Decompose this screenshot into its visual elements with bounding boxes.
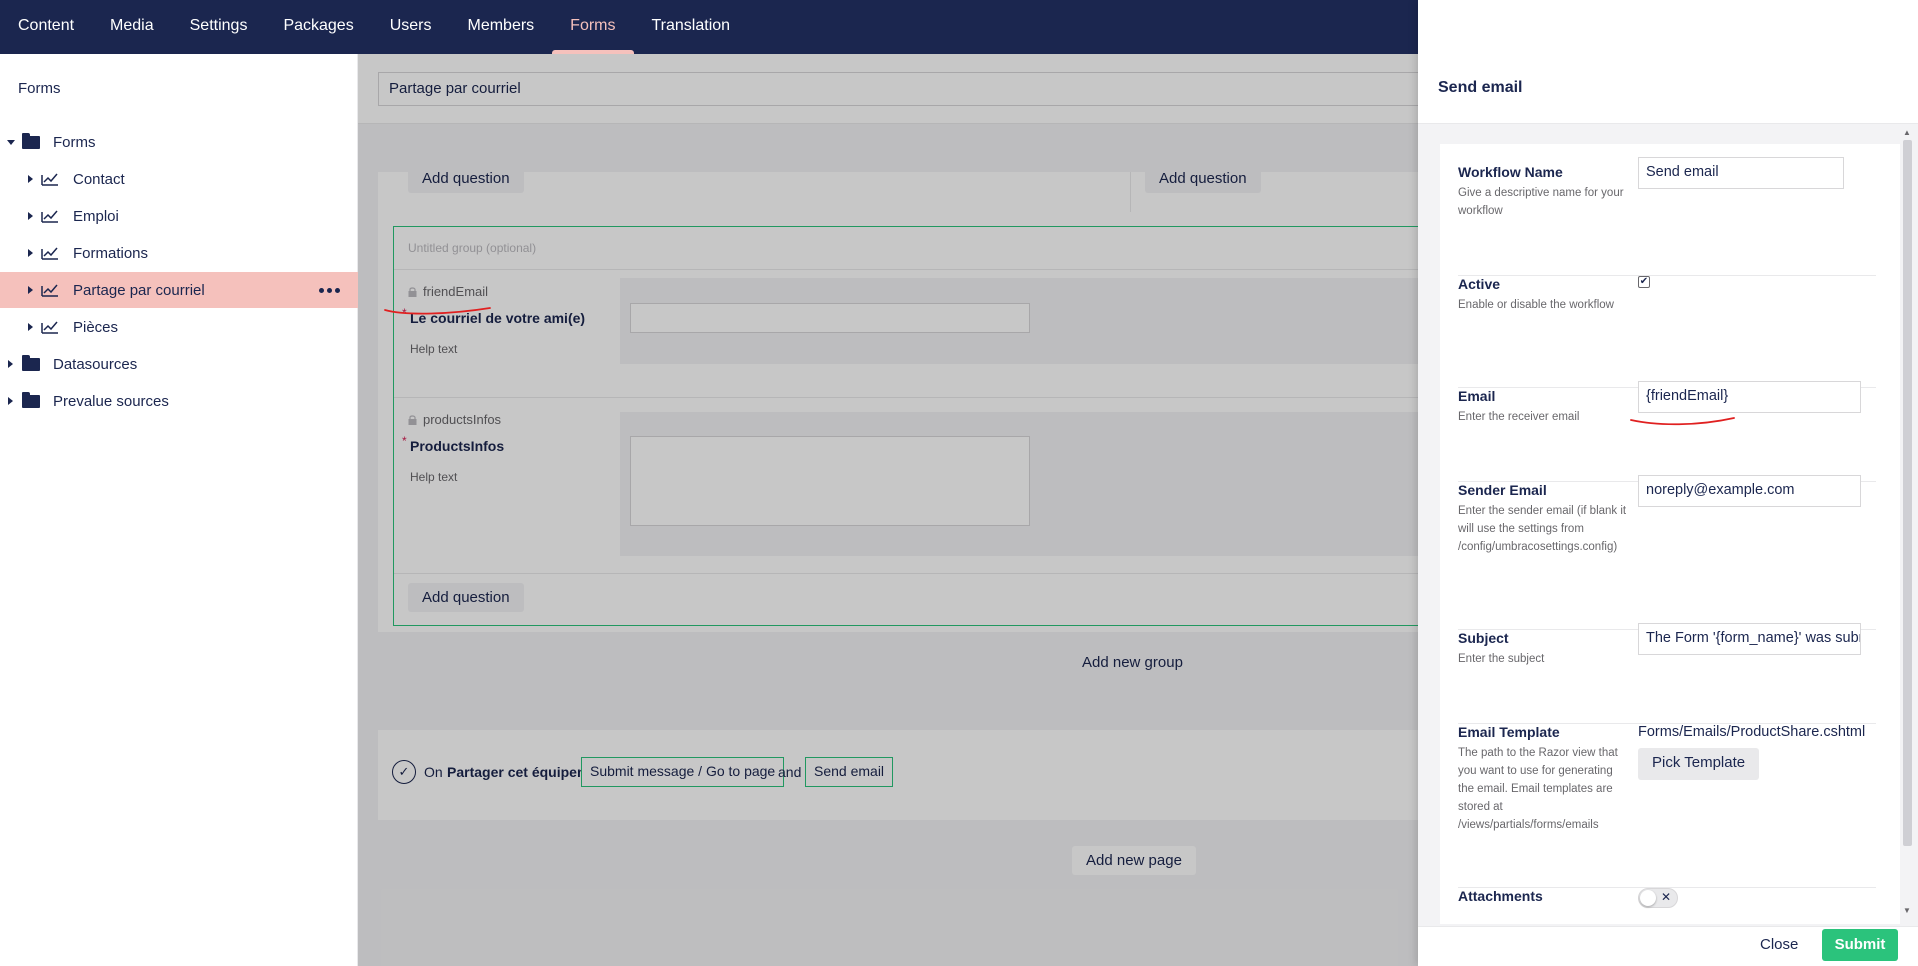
tree-item-label: Formations <box>73 244 149 262</box>
caret-right-icon[interactable] <box>28 175 33 183</box>
prop-description: The path to the Razor view that you want… <box>1458 747 1618 831</box>
tree-item-label: Contact <box>73 170 125 188</box>
active-checkbox[interactable]: ✔ <box>1638 276 1650 288</box>
send-email-dialog: Send email Workflow Name Give a descript… <box>1418 0 1918 966</box>
dialog-title: Send email <box>1438 79 1523 96</box>
nav-packages[interactable]: Packages <box>265 0 371 54</box>
submit-button[interactable]: Submit <box>1822 929 1898 961</box>
prop-description: Enter the subject <box>1458 653 1545 665</box>
scroll-down-icon[interactable]: ▼ <box>1903 906 1911 915</box>
prop-label: Active <box>1458 276 1501 292</box>
tree-item-pieces[interactable]: Pièces <box>0 309 358 345</box>
form-icon <box>41 210 58 223</box>
prop-attachments: Attachments ✕ <box>1458 888 1876 924</box>
folder-icon <box>22 354 40 371</box>
prop-sender-email: Sender Email Enter the sender email (if … <box>1458 475 1876 630</box>
caret-right-icon[interactable] <box>8 397 13 405</box>
tree-item-label: Partage par courriel <box>73 281 205 299</box>
dialog-scrollbar[interactable]: ▲ ▼ <box>1900 128 1914 918</box>
toggle-knob <box>1640 890 1656 906</box>
tree-item-prevalue-sources[interactable]: Prevalue sources <box>0 383 358 419</box>
prop-description: Enter the sender email (if blank it will… <box>1458 505 1627 553</box>
form-icon <box>41 321 58 334</box>
prop-subject: Subject Enter the subject The Form '{for… <box>1458 623 1876 724</box>
nav-settings[interactable]: Settings <box>172 0 266 54</box>
prop-description: Give a descriptive name for your workflo… <box>1458 187 1624 217</box>
dialog-header: Send email <box>1418 0 1918 124</box>
tree-item-emploi[interactable]: Emploi <box>0 198 358 234</box>
tree-item-label: Datasources <box>53 355 138 373</box>
tree-item-formations[interactable]: Formations <box>0 235 358 271</box>
prop-label: Subject <box>1458 630 1509 646</box>
nav-translation[interactable]: Translation <box>634 0 749 54</box>
dialog-footer: Close Submit <box>1418 926 1918 966</box>
caret-down-icon[interactable] <box>7 139 15 145</box>
email-input[interactable]: {friendEmail} <box>1638 381 1861 413</box>
tree-item-label: Forms <box>53 133 96 151</box>
nav-forms[interactable]: Forms <box>552 0 634 54</box>
nav-content[interactable]: Content <box>0 0 92 54</box>
close-icon: ✕ <box>1660 890 1671 904</box>
tree-item-contact[interactable]: Contact <box>0 161 358 197</box>
caret-right-icon[interactable] <box>28 286 33 294</box>
nav-members[interactable]: Members <box>449 0 552 54</box>
forms-tree-sidebar: Forms Forms Contact Emploi Formations Pa… <box>0 54 358 966</box>
caret-right-icon[interactable] <box>28 212 33 220</box>
more-actions-icon[interactable] <box>319 287 340 293</box>
annotation-underline <box>384 307 491 315</box>
sender-email-input[interactable]: noreply@example.com <box>1638 475 1861 507</box>
tree-item-label: Prevalue sources <box>53 392 169 410</box>
tree-item-datasources[interactable]: Datasources <box>0 346 358 382</box>
folder-icon <box>22 132 40 149</box>
dialog-body: Workflow Name Give a descriptive name fo… <box>1440 144 1900 924</box>
close-button[interactable]: Close <box>1760 936 1798 953</box>
annotation-underline <box>1630 417 1735 426</box>
nav-media[interactable]: Media <box>92 0 172 54</box>
tree-item-label: Emploi <box>73 207 119 225</box>
tree-item-forms-folder[interactable]: Forms <box>0 124 358 160</box>
caret-right-icon[interactable] <box>28 323 33 331</box>
form-icon <box>41 173 58 186</box>
prop-email-template: Email Template The path to the Razor vie… <box>1458 724 1876 888</box>
prop-label: Email <box>1458 388 1496 404</box>
prop-label: Workflow Name <box>1458 164 1563 180</box>
prop-label: Sender Email <box>1458 482 1547 498</box>
prop-label: Email Template <box>1458 724 1560 740</box>
workflow-name-input[interactable]: Send email <box>1638 157 1844 189</box>
scroll-thumb[interactable] <box>1903 140 1912 846</box>
caret-right-icon[interactable] <box>8 360 13 368</box>
subject-input[interactable]: The Form '{form_name}' was submitted <box>1638 623 1861 655</box>
tree-item-label: Pièces <box>73 318 119 336</box>
prop-label: Attachments <box>1458 888 1543 904</box>
pick-template-button[interactable]: Pick Template <box>1638 748 1760 780</box>
attachments-toggle[interactable]: ✕ <box>1638 888 1678 908</box>
form-icon <box>41 247 58 260</box>
prop-workflow-name: Workflow Name Give a descriptive name fo… <box>1458 157 1876 276</box>
nav-users[interactable]: Users <box>372 0 450 54</box>
caret-right-icon[interactable] <box>28 249 33 257</box>
prop-email: Email Enter the receiver email {friendEm… <box>1458 381 1876 482</box>
prop-description: Enter the receiver email <box>1458 411 1580 423</box>
template-path: Forms/Emails/ProductShare.cshtml <box>1638 724 1866 740</box>
folder-icon <box>22 391 40 408</box>
tree-item-partage-par-courriel[interactable]: Partage par courriel <box>0 272 358 308</box>
sidebar-title: Forms <box>18 80 61 97</box>
prop-description: Enable or disable the workflow <box>1458 299 1614 311</box>
form-icon <box>41 284 58 297</box>
prop-active: Active Enable or disable the workflow ✔ <box>1458 276 1876 388</box>
scroll-up-icon[interactable]: ▲ <box>1903 128 1911 137</box>
